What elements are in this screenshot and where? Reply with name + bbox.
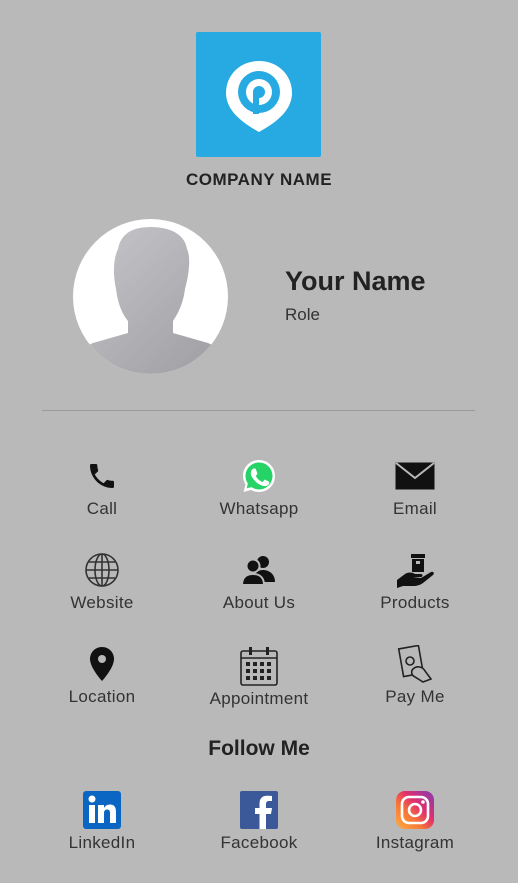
facebook-button[interactable]: Facebook [174,789,344,859]
email-label: Email [392,499,437,518]
hand-box-icon [397,554,434,588]
linkedin-icon [83,791,121,829]
phone-icon [90,464,114,488]
instagram-button[interactable]: Instagram [330,789,500,859]
whatsapp-button[interactable]: Whatsapp [174,455,344,525]
people-icon [241,556,275,586]
pay-me-label: Pay Me [385,687,445,706]
appointment-button[interactable]: Appointment [174,645,344,715]
email-button[interactable]: Email [330,455,500,525]
website-label: Website [70,593,134,612]
appointment-label: Appointment [209,689,309,708]
linkedin-label: LinkedIn [68,833,136,852]
whatsapp-icon [243,460,275,492]
website-button[interactable]: Website [17,549,187,619]
envelope-icon [395,462,435,490]
products-label: Products [380,593,450,612]
whatsapp-label: Whatsapp [219,499,299,518]
instagram-icon [396,791,434,829]
linkedin-button[interactable]: LinkedIn [17,789,187,859]
follow-me-heading: Follow Me [208,737,310,760]
business-card-page: COMPANY NAME Your Name Role Call Whatsap… [0,0,518,883]
about-us-button[interactable]: About Us [174,549,344,619]
profile-name: Your Name [285,266,426,296]
hand-money-icon [397,645,433,683]
avatar [73,219,228,374]
company-logo [196,32,321,157]
call-label: Call [86,499,118,518]
location-label: Location [68,687,136,706]
call-button[interactable]: Call [17,455,187,525]
pay-me-button[interactable]: Pay Me [330,643,500,713]
person-silhouette-icon [73,227,228,374]
globe-icon [85,553,119,587]
section-divider [42,410,475,411]
profile-role: Role [285,305,320,324]
location-pin-logo-icon [225,60,292,132]
company-name: COMPANY NAME [185,170,333,189]
about-us-label: About Us [222,593,296,612]
location-button[interactable]: Location [17,643,187,713]
facebook-label: Facebook [220,833,298,852]
calendar-icon [240,647,278,686]
products-button[interactable]: Products [330,549,500,619]
map-pin-icon [90,647,114,681]
facebook-icon [240,791,278,829]
instagram-label: Instagram [375,833,455,852]
